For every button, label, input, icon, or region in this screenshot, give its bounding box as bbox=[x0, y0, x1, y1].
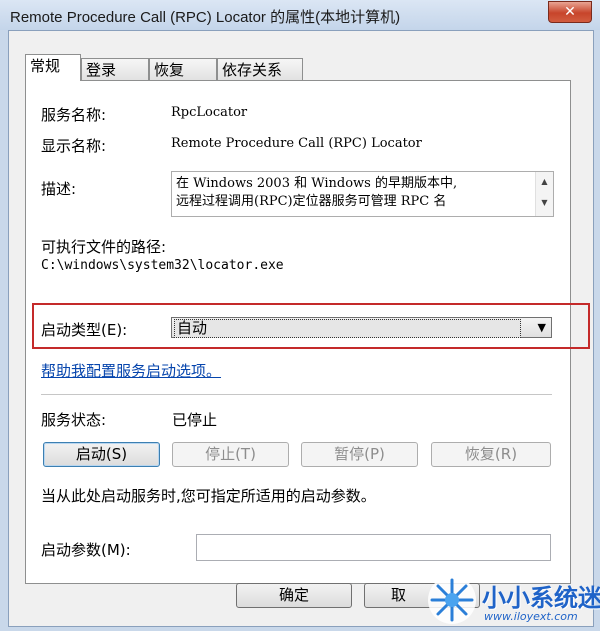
watermark-title: 小小系统迷 bbox=[482, 584, 600, 612]
scroll-up-icon[interactable]: ▲ bbox=[536, 177, 553, 186]
tab-label: 登录 bbox=[86, 61, 117, 79]
description-box[interactable]: 在 Windows 2003 和 Windows 的早期版本中, 远程过程调用(… bbox=[171, 171, 554, 217]
service-name-label: 服务名称: bbox=[41, 106, 107, 124]
scroll-down-icon[interactable]: ▼ bbox=[536, 198, 553, 207]
tab-label: 依存关系 bbox=[222, 61, 283, 79]
status-value: 已停止 bbox=[172, 411, 218, 429]
description-scrollbar[interactable]: ▲ ▼ bbox=[535, 172, 553, 216]
startup-type-select[interactable]: 自动 ▼ bbox=[171, 317, 552, 338]
status-label: 服务状态: bbox=[41, 411, 107, 429]
close-icon: ✕ bbox=[564, 4, 576, 20]
service-name-value: RpcLocator bbox=[171, 105, 248, 120]
tab-label: 恢复 bbox=[154, 61, 185, 79]
startup-type-label: 启动类型(E): bbox=[41, 321, 128, 339]
start-button[interactable]: 启动(S) bbox=[43, 442, 160, 467]
tab-dependencies[interactable]: 依存关系 bbox=[217, 58, 303, 80]
description-label: 描述: bbox=[41, 180, 77, 198]
description-line: 远程过程调用(RPC)定位器服务可管理 RPC 名 bbox=[176, 194, 447, 209]
help-link[interactable]: 帮助我配置服务启动选项。 bbox=[41, 360, 221, 381]
watermark: 小小系统迷 www.iloyext.com bbox=[424, 572, 600, 628]
start-params-hint: 当从此处启动服务时,您可指定所适用的启动参数。 bbox=[41, 487, 376, 505]
tab-logon[interactable]: 登录 bbox=[81, 58, 149, 80]
exe-path-label: 可执行文件的路径: bbox=[41, 238, 167, 256]
watermark-logo-icon bbox=[428, 576, 476, 624]
exe-path-value: C:\windows\system32\locator.exe bbox=[41, 258, 284, 273]
tab-general[interactable]: 常规 bbox=[25, 54, 81, 81]
display-name-value: Remote Procedure Call (RPC) Locator bbox=[171, 136, 422, 151]
watermark-url: www.iloyext.com bbox=[484, 610, 578, 623]
display-name-label: 显示名称: bbox=[41, 137, 107, 155]
ok-button[interactable]: 确定 bbox=[236, 583, 352, 608]
start-params-label: 启动参数(M): bbox=[41, 541, 131, 559]
tab-recovery[interactable]: 恢复 bbox=[149, 58, 217, 80]
dialog-client: 常规 登录 恢复 依存关系 服务名称: RpcLocator 显示名称: Rem… bbox=[8, 30, 594, 627]
description-text: 在 Windows 2003 和 Windows 的早期版本中, 远程过程调用(… bbox=[176, 175, 526, 211]
title-bar[interactable]: Remote Procedure Call (RPC) Locator 的属性(… bbox=[0, 0, 600, 30]
window-title: Remote Procedure Call (RPC) Locator 的属性(… bbox=[10, 9, 401, 26]
chevron-down-icon: ▼ bbox=[537, 321, 546, 334]
pause-button[interactable]: 暂停(P) bbox=[301, 442, 418, 467]
close-button[interactable]: ✕ bbox=[548, 1, 592, 23]
startup-type-value: 自动 bbox=[174, 319, 521, 338]
resume-button[interactable]: 恢复(R) bbox=[431, 442, 551, 467]
stop-button[interactable]: 停止(T) bbox=[172, 442, 289, 467]
tab-label: 常规 bbox=[30, 57, 61, 75]
description-line: 在 Windows 2003 和 Windows 的早期版本中, bbox=[176, 176, 458, 191]
divider bbox=[41, 394, 552, 395]
general-panel: 服务名称: RpcLocator 显示名称: Remote Procedure … bbox=[25, 80, 590, 584]
start-params-input[interactable] bbox=[196, 534, 551, 561]
